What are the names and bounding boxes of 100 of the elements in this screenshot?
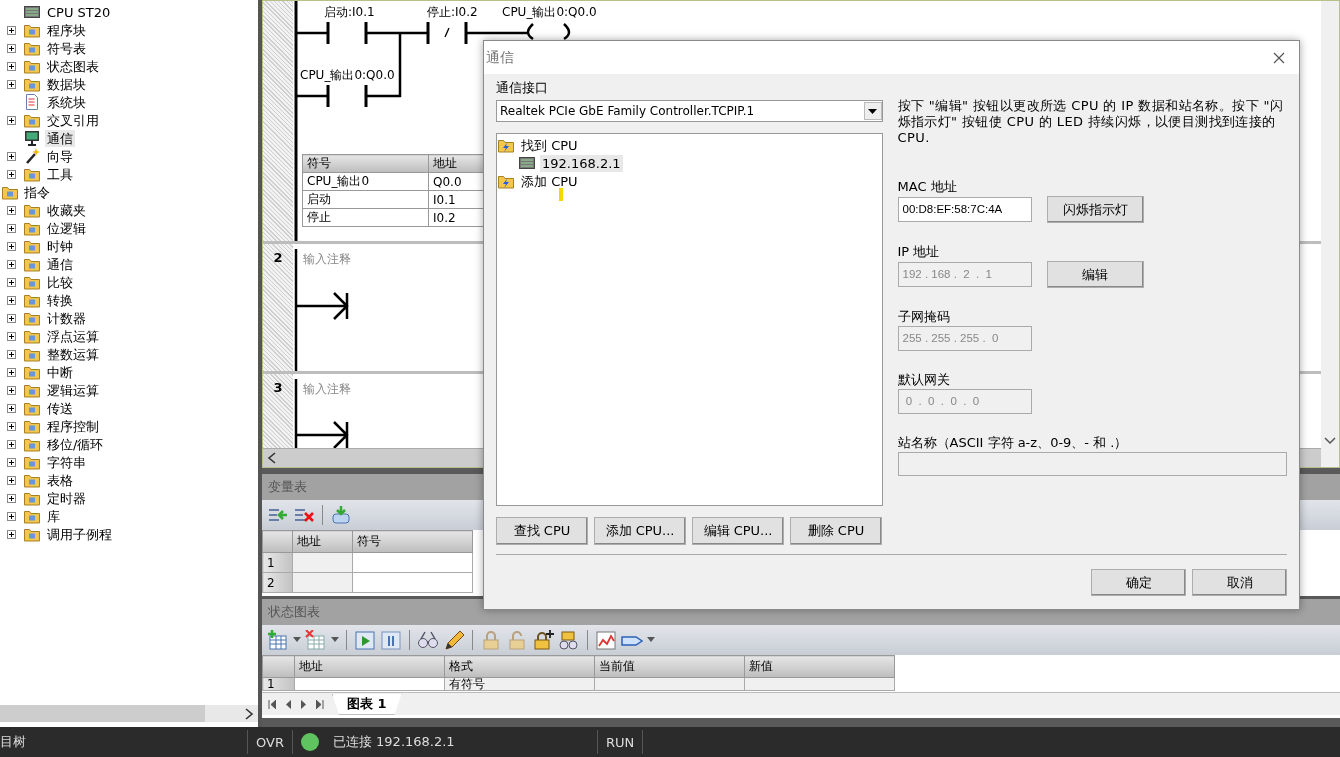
tree-item[interactable]: 通信 xyxy=(45,129,75,147)
tree-item[interactable]: 程序块 xyxy=(45,21,88,39)
table-cell[interactable] xyxy=(352,572,473,593)
tree-item[interactable]: 工具 xyxy=(45,165,75,183)
tree-item[interactable]: 指令 xyxy=(22,183,52,201)
expand-icon[interactable] xyxy=(7,421,16,431)
expand-icon[interactable] xyxy=(7,169,16,179)
tree-item[interactable]: 系统块 xyxy=(45,93,88,111)
tree-item[interactable]: 整数运算 xyxy=(45,345,101,363)
tree-item[interactable]: 字符串 xyxy=(45,453,88,471)
expand-icon[interactable] xyxy=(7,529,16,539)
tree-item[interactable]: 向导 xyxy=(45,147,75,165)
tree-item[interactable]: 程序控制 xyxy=(45,417,101,435)
tree-item[interactable]: 数据块 xyxy=(45,75,88,93)
delete-table-icon[interactable] xyxy=(305,630,327,650)
tree-item[interactable]: 时钟 xyxy=(45,237,75,255)
tree-item[interactable]: 逻辑运算 xyxy=(45,381,101,399)
scroll-down-icon[interactable] xyxy=(1324,437,1336,445)
table-cell[interactable] xyxy=(352,552,473,573)
button[interactable]: 闪烁指示灯 xyxy=(1046,196,1144,223)
scrollbar-thumb[interactable] xyxy=(0,705,205,722)
button[interactable]: 查找 CPU xyxy=(496,517,588,545)
scroll-left-icon[interactable] xyxy=(267,452,277,464)
tree-item[interactable]: 浮点运算 xyxy=(45,327,101,345)
expand-icon[interactable] xyxy=(7,259,16,269)
expand-icon[interactable] xyxy=(7,403,16,413)
network-comment[interactable]: 输入注释 xyxy=(303,251,351,268)
tree-item[interactable]: 定时器 xyxy=(45,489,88,507)
tree-item[interactable]: 位逻辑 xyxy=(45,219,88,237)
tree-item[interactable]: 添加 CPU xyxy=(519,172,580,190)
trend-chart-icon[interactable] xyxy=(595,630,617,650)
pause-icon[interactable] xyxy=(380,630,402,650)
pencil-icon[interactable] xyxy=(443,630,465,650)
expand-icon[interactable] xyxy=(7,493,16,503)
button[interactable]: 取消 xyxy=(1192,569,1287,596)
expand-icon[interactable] xyxy=(7,223,16,233)
expand-icon[interactable] xyxy=(7,205,16,215)
scroll-right-icon[interactable] xyxy=(244,707,254,720)
play-icon[interactable] xyxy=(354,630,376,650)
expand-icon[interactable] xyxy=(7,331,16,341)
tree-item[interactable]: 比较 xyxy=(45,273,75,291)
lock-glasses-icon[interactable] xyxy=(558,630,580,650)
network-comment[interactable]: 输入注释 xyxy=(303,381,351,398)
expand-icon[interactable] xyxy=(7,79,16,89)
table-cell[interactable] xyxy=(294,677,445,691)
cpu-list[interactable]: 找到 CPU 192.168.2.1 添加 CPU xyxy=(496,133,883,506)
button[interactable]: 确定 xyxy=(1091,569,1186,596)
tree-item[interactable]: 表格 xyxy=(45,471,75,489)
button[interactable]: 添加 CPU... xyxy=(594,517,686,545)
add-table-icon[interactable] xyxy=(267,630,289,650)
button[interactable]: 删除 CPU xyxy=(790,517,882,545)
contact-symbol[interactable] xyxy=(426,20,468,46)
expand-icon[interactable] xyxy=(7,367,16,377)
expand-icon[interactable] xyxy=(7,43,16,53)
expand-icon[interactable] xyxy=(7,295,16,305)
tree-item[interactable]: 通信 xyxy=(45,255,75,273)
tree-item[interactable]: 找到 CPU xyxy=(519,136,580,154)
caret-icon[interactable] xyxy=(647,637,655,643)
tree-item[interactable]: 库 xyxy=(45,507,62,525)
glasses-icon[interactable] xyxy=(417,630,439,650)
tree-item[interactable]: 计数器 xyxy=(45,309,88,327)
expand-icon[interactable] xyxy=(7,439,16,449)
expand-icon[interactable] xyxy=(7,115,16,125)
expand-icon[interactable] xyxy=(7,277,16,287)
dropdown-arrow-icon[interactable] xyxy=(868,108,877,114)
last-page-icon[interactable] xyxy=(316,699,324,709)
expand-icon[interactable] xyxy=(7,511,16,521)
caret-icon[interactable] xyxy=(293,637,301,643)
expand-icon[interactable] xyxy=(7,313,16,323)
tree-item[interactable]: 交叉引用 xyxy=(45,111,101,129)
previous-icon[interactable] xyxy=(284,699,292,709)
coil-symbol[interactable] xyxy=(526,22,571,41)
lock-add-icon[interactable] xyxy=(532,630,554,650)
input-field[interactable]: 00:D8:EF:58:7C:4A xyxy=(897,197,1032,222)
expand-icon[interactable] xyxy=(7,475,16,485)
interface-dropdown[interactable]: Realtek PCIe GbE Family Controller.TCPIP.1 xyxy=(496,100,883,122)
tree-item[interactable]: 转换 xyxy=(45,291,75,309)
contact-symbol[interactable] xyxy=(326,83,368,109)
button[interactable]: 编辑 CPU... xyxy=(692,517,784,545)
tree-item[interactable]: 收藏夹 xyxy=(45,201,88,219)
close-icon[interactable] xyxy=(1273,51,1285,64)
expand-icon[interactable] xyxy=(7,349,16,359)
tree-item[interactable]: 中断 xyxy=(45,363,75,381)
tree-item[interactable]: 符号表 xyxy=(45,39,88,57)
tree-item[interactable]: 192.168.2.1 xyxy=(540,154,623,172)
expand-icon[interactable] xyxy=(7,25,16,35)
tree-item[interactable]: 调用子例程 xyxy=(45,525,114,543)
first-page-icon[interactable] xyxy=(268,699,276,709)
expand-icon[interactable] xyxy=(7,241,16,251)
expand-icon[interactable] xyxy=(7,385,16,395)
next-icon[interactable] xyxy=(300,699,308,709)
tree-item[interactable]: 移位/循环 xyxy=(45,435,106,453)
tree-item[interactable]: 传送 xyxy=(45,399,75,417)
caret-icon[interactable] xyxy=(331,637,339,643)
tree-item[interactable]: 状态图表 xyxy=(45,57,101,75)
contact-symbol[interactable] xyxy=(326,20,368,46)
chart-tab[interactable]: 图表 1 xyxy=(332,693,402,715)
tree-item[interactable]: CPU ST20 xyxy=(45,3,113,21)
expand-icon[interactable] xyxy=(7,151,16,161)
expand-icon[interactable] xyxy=(7,61,16,71)
